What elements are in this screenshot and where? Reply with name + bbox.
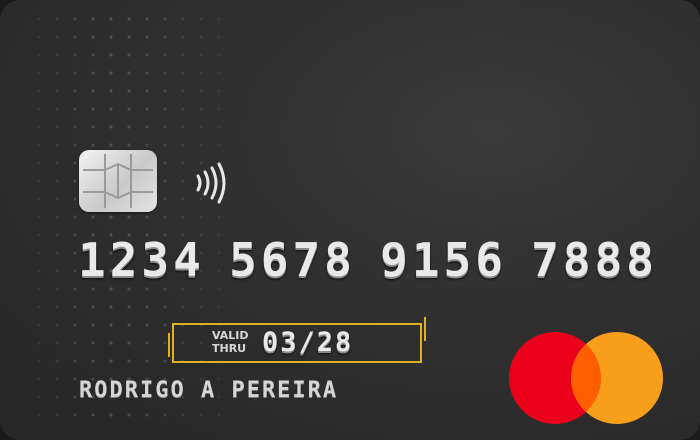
contactless-icon xyxy=(192,162,232,204)
credit-card: 1234 5678 9156 7888 VALID THRU 03/28 ROD… xyxy=(0,0,700,440)
valid-thru-label: VALID THRU xyxy=(212,329,249,355)
expiry-date: 03/28 xyxy=(262,327,354,358)
card-number-group-3: 9156 xyxy=(380,233,507,287)
valid-label-line1: VALID xyxy=(212,329,249,342)
cardholder-name: RODRIGO A PEREIRA xyxy=(79,378,339,403)
highlight-tick-left xyxy=(168,333,170,357)
highlight-tick-right xyxy=(424,317,426,341)
card-number-group-2: 5678 xyxy=(229,233,356,287)
card-number-group-4: 7888 xyxy=(531,233,658,287)
valid-label-line2: THRU xyxy=(212,342,247,355)
card-number-group-1: 1234 xyxy=(78,233,205,287)
mastercard-logo xyxy=(505,328,665,428)
dot-pattern xyxy=(30,10,230,430)
emv-chip-icon xyxy=(79,150,157,212)
card-number: 1234 5678 9156 7888 xyxy=(78,233,658,287)
